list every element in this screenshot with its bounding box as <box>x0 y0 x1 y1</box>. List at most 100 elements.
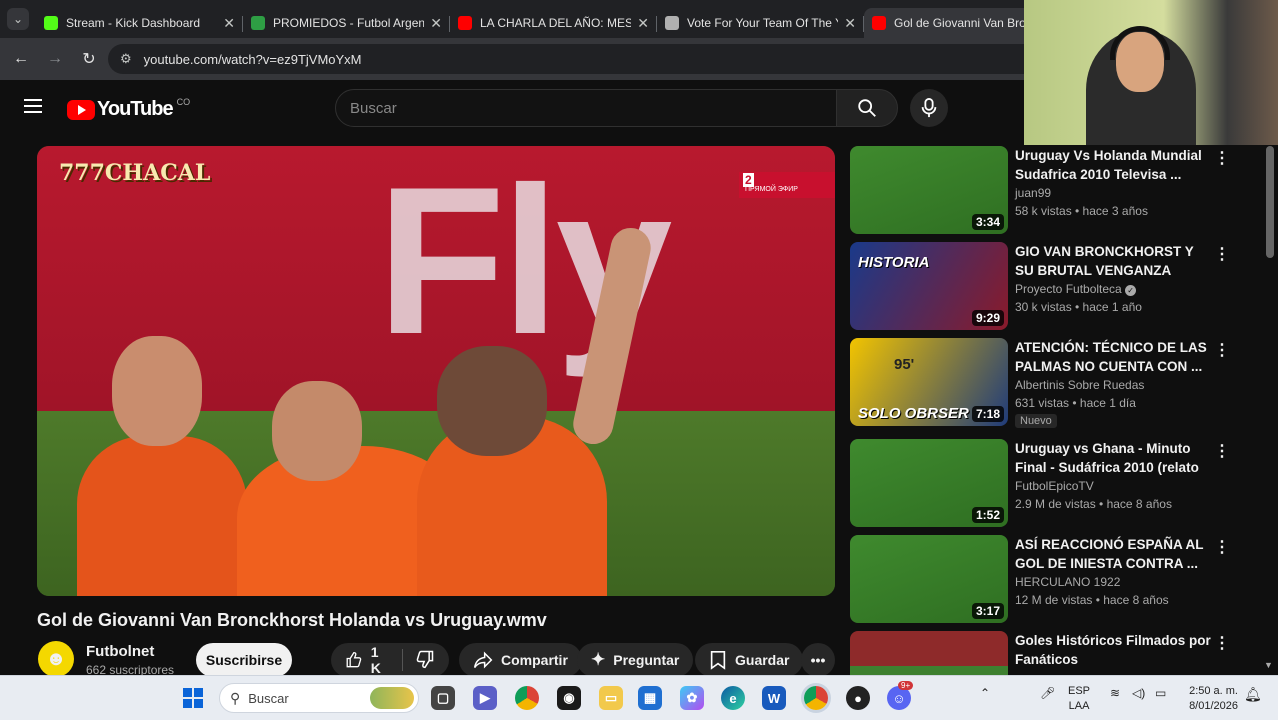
close-tab-icon[interactable]: ✕ <box>637 15 649 32</box>
more-vertical-icon[interactable]: ⋮ <box>1214 340 1230 360</box>
youtube-logo[interactable]: YouTube CO <box>67 97 190 121</box>
recommendation-title[interactable]: Goles Históricos Filmados por Fanáticos <box>1015 631 1211 669</box>
save-button[interactable]: Guardar <box>695 643 804 677</box>
channel-name: juan99 <box>1015 186 1052 200</box>
battery-icon[interactable]: ▭ <box>1155 686 1166 700</box>
task-view-icon[interactable]: ▢ <box>431 686 455 710</box>
notification-badge: 9+ <box>898 681 914 690</box>
recommendation-title[interactable]: Uruguay Vs Holanda Mundial Sudafrica 201… <box>1015 146 1211 184</box>
chrome-profile-icon[interactable] <box>804 686 828 710</box>
more-vertical-icon[interactable]: ⋮ <box>1214 633 1230 653</box>
more-vertical-icon[interactable]: ⋮ <box>1214 148 1230 168</box>
forward-button[interactable]: → <box>38 50 72 68</box>
video-thumbnail[interactable]: HISTORIA 9:29 <box>850 242 1008 330</box>
youtube-icon <box>458 16 472 30</box>
reload-button[interactable]: ↻ <box>72 49 106 69</box>
microphone-icon[interactable]: 🎤︎ <box>1040 686 1055 700</box>
recommendation-channel[interactable]: Albertinis Sobre Ruedas <box>1015 378 1144 392</box>
video-thumbnail[interactable]: SOLO OBRSER 95' 7:18 <box>850 338 1008 426</box>
tab-search-button[interactable]: ⌄ <box>0 0 36 38</box>
browser-tab[interactable]: PROMIEDOS - Futbol Argentino ✕ <box>243 8 450 38</box>
channel-name: Proyecto Futbolteca <box>1015 282 1122 296</box>
dislike-button[interactable] <box>415 649 435 672</box>
word-icon[interactable]: W <box>762 686 786 710</box>
video-duration: 9:29 <box>971 310 1004 326</box>
menu-icon[interactable] <box>24 99 42 113</box>
tab-title: LA CHARLA DEL AÑO: MESSI <box>480 16 632 30</box>
recommendation-item[interactable]: 3:17 ASÍ REACCIONÓ ESPAÑA AL GOL DE INIES… <box>850 535 1264 623</box>
recommendation-channel[interactable]: HERCULANO 1922 <box>1015 575 1120 589</box>
sidebar-scrollbar[interactable] <box>1266 146 1274 258</box>
back-button[interactable]: ← <box>4 50 38 68</box>
obs-icon[interactable]: ● <box>846 686 870 710</box>
close-tab-icon[interactable]: ✕ <box>844 15 856 32</box>
search-input[interactable]: Buscar <box>335 89 837 127</box>
recommendation-channel[interactable]: juan99 <box>1015 186 1051 200</box>
recommendation-title[interactable]: GIO VAN BRONCKHORST Y SU BRUTAL VENGANZA… <box>1015 242 1211 280</box>
copilot-icon[interactable]: ✿ <box>680 686 704 710</box>
clock[interactable]: 2:50 a. m. 8/01/2026 <box>1180 684 1238 714</box>
video-thumbnail[interactable]: 1:52 <box>850 439 1008 527</box>
ask-button[interactable]: ✦ Preguntar <box>577 643 694 677</box>
kick-icon <box>44 16 58 30</box>
recommendation-title[interactable]: Uruguay vs Ghana - Minuto Final - Sudáfr… <box>1015 439 1211 477</box>
browser-tab[interactable]: Stream - Kick Dashboard ✕ <box>36 8 243 38</box>
share-button[interactable]: Compartir <box>459 643 582 677</box>
verified-icon: ✓ <box>1125 285 1137 296</box>
more-vertical-icon[interactable]: ⋮ <box>1214 244 1230 264</box>
close-tab-icon[interactable]: ✕ <box>430 15 442 32</box>
recommendation-channel[interactable]: Proyecto Futbolteca ✓ <box>1015 282 1137 296</box>
close-tab-icon[interactable]: ✕ <box>223 15 235 32</box>
more-actions-button[interactable]: ••• <box>801 643 835 677</box>
volume-icon[interactable]: ◁) <box>1132 686 1145 700</box>
site-info-icon[interactable]: ⚙ <box>120 51 132 67</box>
language-indicator[interactable]: ESP LAA <box>1068 684 1090 714</box>
search-placeholder: Buscar <box>350 99 397 117</box>
recommendation-item[interactable]: 1:52 Uruguay vs Ghana - Minuto Final - Su… <box>850 439 1264 527</box>
video-thumbnail[interactable]: 3:17 <box>850 535 1008 623</box>
time: 2:50 a. m. <box>1189 685 1238 697</box>
video-thumbnail[interactable]: 3:34 <box>850 146 1008 234</box>
more-vertical-icon[interactable]: ⋮ <box>1214 441 1230 461</box>
store-icon[interactable]: ▦ <box>638 686 662 710</box>
recommendation-item[interactable]: 3:34 Uruguay Vs Holanda Mundial Sudafrica… <box>850 146 1264 234</box>
recommendation-title[interactable]: ATENCIÓN: TÉCNICO DE LAS PALMAS NO CUENT… <box>1015 338 1211 376</box>
chevron-up-icon[interactable]: ⌃ <box>980 686 990 700</box>
tab-strip: Stream - Kick Dashboard ✕ PROMIEDOS - Futb… <box>36 0 1071 38</box>
video-frame-figure <box>112 336 202 446</box>
browser-tab[interactable]: LA CHARLA DEL AÑO: MESSI ✕ <box>450 8 657 38</box>
voice-search-button[interactable] <box>910 89 948 127</box>
more-vertical-icon[interactable]: ⋮ <box>1214 537 1230 557</box>
scroll-down-icon[interactable]: ▼ <box>1264 660 1273 670</box>
chat-icon[interactable]: ▶ <box>473 686 497 710</box>
ask-label: Preguntar <box>613 652 680 668</box>
language-code: ESP <box>1068 685 1091 697</box>
chrome-icon[interactable] <box>515 686 539 710</box>
browser-tab[interactable]: Vote For Your Team Of The Year ✕ <box>657 8 864 38</box>
edge-icon[interactable]: e <box>721 686 745 710</box>
subscribe-button[interactable]: Suscribirse <box>196 643 292 677</box>
broadcast-channel: 2 <box>743 173 754 187</box>
share-label: Compartir <box>501 652 568 668</box>
video-player[interactable]: Fly Em 777CHACAL 2ПРЯМОЙ ЭФИР <box>37 146 835 596</box>
wifi-icon[interactable]: ≋ <box>1110 686 1120 700</box>
like-button[interactable]: 1 K <box>345 644 390 676</box>
windows-start-icon[interactable] <box>183 688 203 708</box>
file-explorer-icon[interactable]: ▭ <box>599 686 623 710</box>
notification-bell-icon[interactable]: 🔔︎ <box>1244 686 1262 703</box>
app-icon[interactable]: ◉ <box>557 686 581 710</box>
broadcast-logo: 2 ПРЯМОЙ ЭФИР <box>739 172 835 198</box>
recommendation-channel[interactable]: FutbolEpicoTV <box>1015 479 1094 493</box>
video-duration: 3:17 <box>971 603 1004 619</box>
search-icon <box>858 99 876 117</box>
channel-name[interactable]: Futbolnet <box>86 643 154 660</box>
recommendation-item[interactable]: HISTORIA 9:29 GIO VAN BRONCKHORST Y SU BRU… <box>850 242 1264 330</box>
recommendation-item[interactable]: SOLO OBRSER 95' 7:18 ATENCIÓN: TÉCNICO DE L… <box>850 338 1264 428</box>
save-label: Guardar <box>735 652 790 668</box>
recommendation-title[interactable]: ASÍ REACCIONÓ ESPAÑA AL GOL DE INIESTA C… <box>1015 535 1211 573</box>
channel-avatar[interactable]: ☻ <box>38 641 74 677</box>
share-icon <box>473 651 493 669</box>
taskbar-search[interactable]: ⚲ Buscar <box>219 683 419 713</box>
reload-icon: ↻ <box>82 51 96 68</box>
search-button[interactable] <box>836 89 898 127</box>
